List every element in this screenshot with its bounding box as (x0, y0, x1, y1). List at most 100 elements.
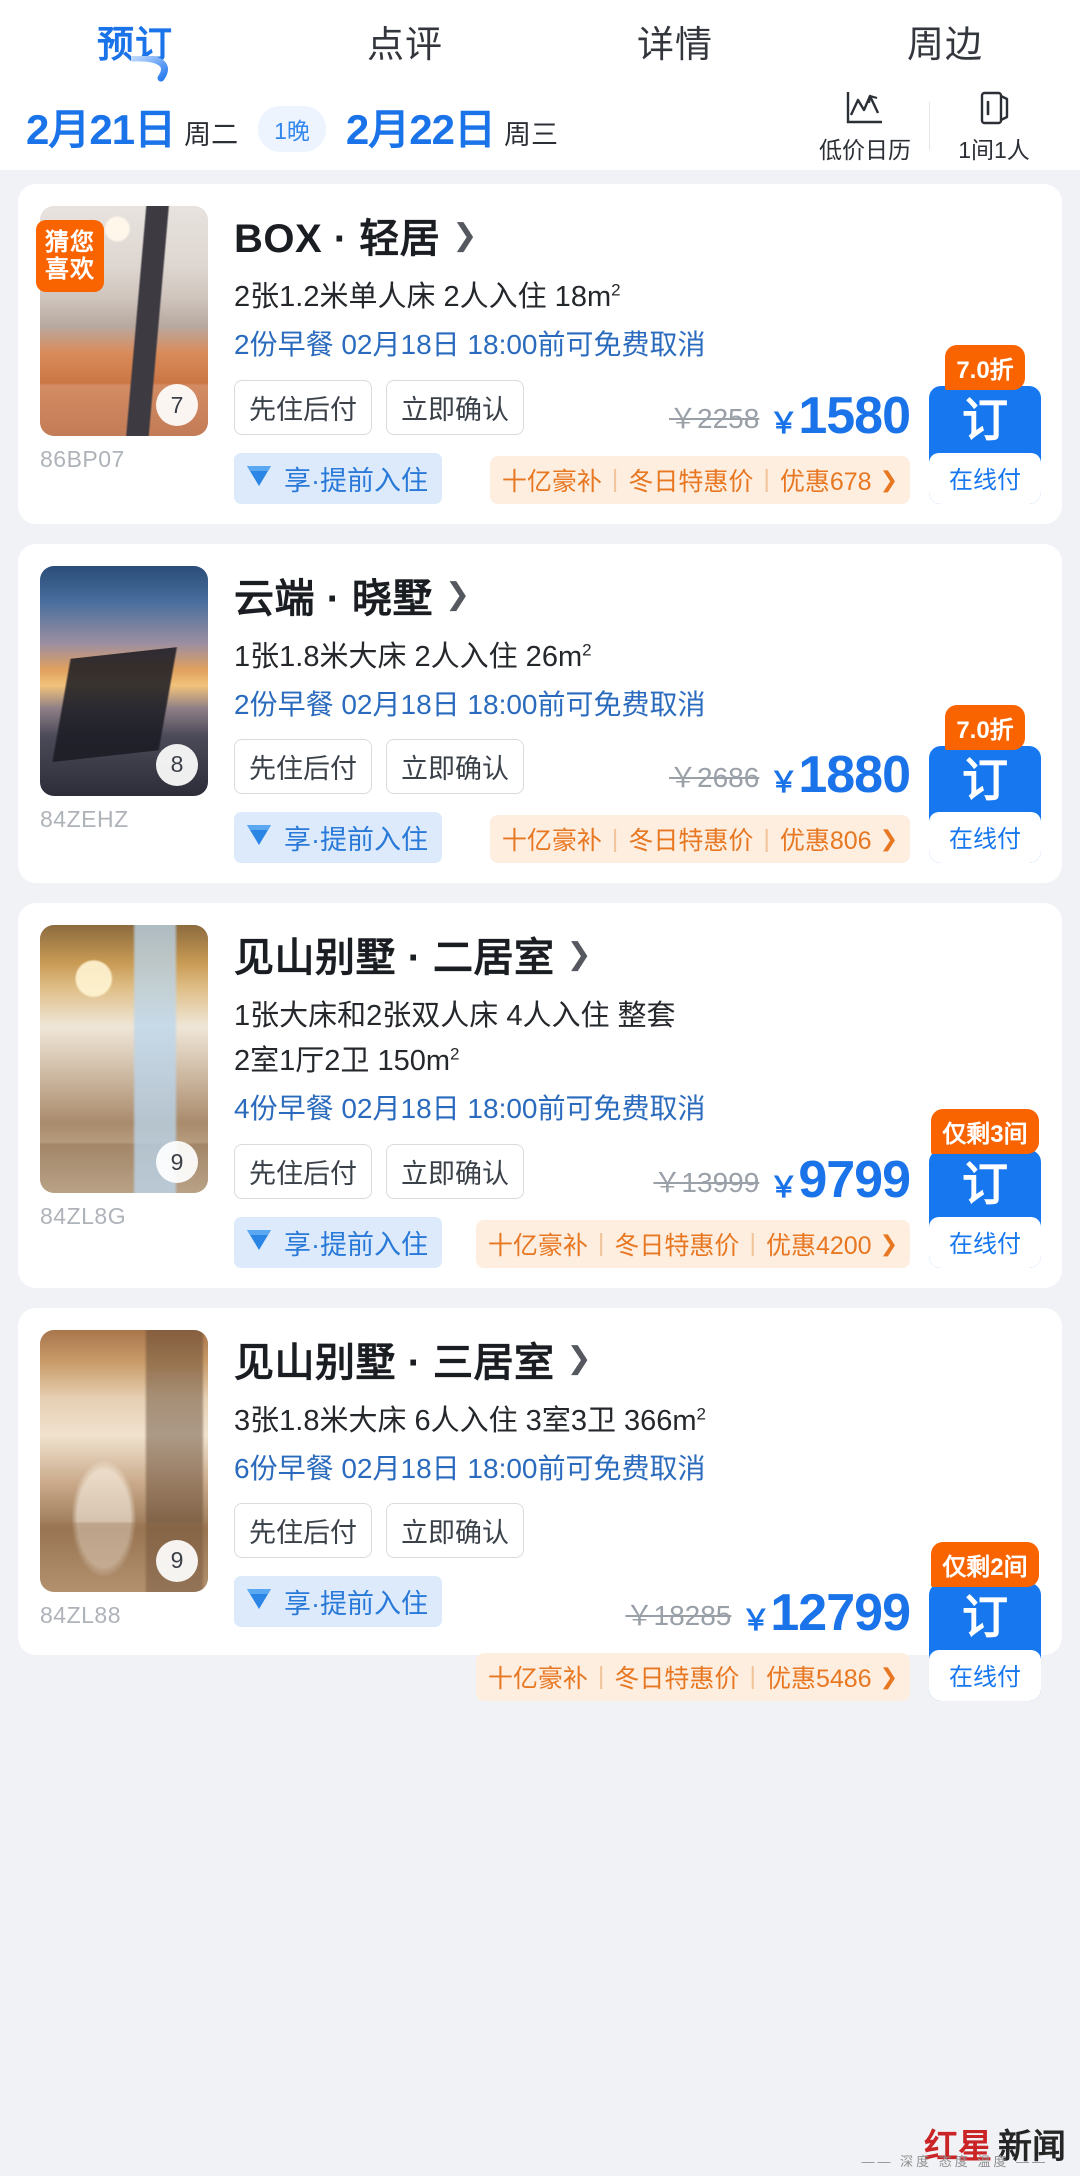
promo-bar[interactable]: 十亿豪补 | 冬日特惠价 | 优惠806 ❯ (489, 815, 910, 864)
date-range-selector[interactable]: 2月21日 周二 1晚 2月22日 周三 (26, 96, 805, 157)
room-card[interactable]: 9 84ZL88 见山别墅 · 三居室 ❯ 3张1.8米大床 6人入住 3室3卫… (18, 1307, 1062, 1701)
book-column: 7.0折 订 在线付 (926, 206, 1044, 504)
nights-count: 1晚 (258, 105, 326, 152)
tab-booking[interactable]: 预订 (0, 14, 270, 82)
online-pay-label: 在线付 (929, 1216, 1041, 1268)
room-chip: 先住后付 (234, 739, 372, 795)
price-row: ￥2686 ￥1880 (669, 745, 911, 805)
promo-tag: 优惠5486 (765, 1664, 872, 1693)
price-row: ￥13999 ￥9799 (653, 1150, 911, 1210)
promo-tag: 冬日特惠价 (628, 467, 754, 496)
original-price: ￥2686 (669, 762, 760, 794)
book-button[interactable]: 订 在线付 (929, 1583, 1041, 1701)
room-title-row[interactable]: BOX · 轻居 ❯ (234, 206, 910, 264)
original-price: ￥2258 (669, 402, 760, 434)
room-specs-secondary-text: 2室1厅2卫 150m (234, 1045, 450, 1078)
price-zone: ￥2686 ￥1880 十亿豪补 | 冬日特惠价 | 优惠806 ❯ (489, 745, 911, 864)
room-card[interactable]: 9 84ZL8G 见山别墅 · 二居室 ❯ 1张大床和2张双人床 4人入住 整套… (18, 903, 1062, 1288)
tab-details[interactable]: 详情 (540, 14, 810, 68)
room-title-row[interactable]: 见山别墅 · 二居室 ❯ (234, 925, 910, 983)
chevron-right-icon: ❯ (879, 1663, 898, 1689)
low-price-calendar-icon (844, 88, 886, 128)
room-title: 见山别墅 · 三居室 (234, 1340, 555, 1385)
room-info: BOX · 轻居 ❯ 2张1.2米单人床 2人入住 18m2 2份早餐 02月1… (208, 206, 911, 504)
original-price: ￥18285 (625, 1599, 732, 1631)
room-chip-row: 先住后付 立即确认 (234, 1503, 910, 1559)
chevron-right-icon: ❯ (445, 578, 471, 612)
promo-separator: | (749, 1229, 756, 1258)
room-code: 84ZL8G (40, 1203, 127, 1230)
room-specs-sup: 2 (696, 1404, 707, 1424)
room-chip: 先住后付 (234, 1143, 372, 1199)
promo-tag: 十亿豪补 (501, 827, 602, 856)
promo-bar[interactable]: 十亿豪补 | 冬日特惠价 | 优惠5486 ❯ (475, 1652, 910, 1701)
discount-badge: 仅剩3间 (931, 1109, 1039, 1155)
book-button[interactable]: 订 在线付 (929, 386, 1041, 504)
room-title-row[interactable]: 云端 · 晓墅 ❯ (234, 566, 910, 624)
tab-reviews[interactable]: 点评 (270, 14, 540, 68)
diamond-icon (244, 822, 274, 853)
room-card[interactable]: 8 84ZEHZ 云端 · 晓墅 ❯ 1张1.8米大床 2人入住 26m2 2份… (18, 543, 1062, 884)
promo-bar[interactable]: 十亿豪补 | 冬日特惠价 | 优惠678 ❯ (489, 455, 910, 504)
checkin-date: 2月21日 (26, 105, 176, 153)
date-bar-tools: 低价日历 1间1人 (805, 88, 1054, 165)
current-price: ￥1880 (769, 745, 911, 805)
promo-separator: | (763, 465, 770, 494)
promo-separator: | (749, 1662, 756, 1691)
book-button[interactable]: 订 在线付 (929, 745, 1041, 864)
watermark-slogan: —— 深度 态度 温度 —— (861, 2154, 1048, 2169)
low-price-calendar-label: 低价日历 (819, 136, 911, 163)
room-policy: 2份早餐 02月18日 18:00前可免费取消 (234, 688, 706, 720)
room-card[interactable]: 猜您 喜欢 7 86BP07 BOX · 轻居 ❯ 2张1.2米单人床 2人入住… (18, 184, 1062, 524)
book-button-label: 订 (962, 1591, 1008, 1644)
photo-count-badge: 9 (156, 1141, 198, 1184)
room-title-row[interactable]: 见山别墅 · 三居室 ❯ (234, 1330, 910, 1388)
price-zone: ￥13999 ￥9799 十亿豪补 | 冬日特惠价 | 优惠4200 ❯ (475, 1150, 911, 1268)
room-photo[interactable]: 8 (40, 565, 208, 796)
low-price-calendar-button[interactable]: 低价日历 (805, 88, 925, 165)
perk-badge: 享·提前入住 (234, 1576, 442, 1628)
book-button-label: 订 (962, 1158, 1008, 1211)
room-chip: 立即确认 (386, 1503, 524, 1559)
room-title: BOX · 轻居 (234, 217, 441, 261)
photo-count-badge: 8 (156, 743, 198, 786)
recommend-badge: 猜您 喜欢 (36, 220, 104, 293)
room-chip: 先住后付 (234, 379, 372, 435)
perk-badge: 享·提前入住 (234, 812, 442, 864)
perk-badge: 享·提前入住 (234, 1216, 442, 1268)
promo-bar[interactable]: 十亿豪补 | 冬日特惠价 | 优惠4200 ❯ (475, 1219, 910, 1268)
room-specs-secondary: 2室1厅2卫 150m2 (234, 1042, 910, 1081)
diamond-icon (244, 1227, 274, 1258)
promo-tag: 冬日特惠价 (628, 827, 754, 856)
room-specs-text: 3张1.8米大床 6人入住 3室3卫 366m (234, 1404, 697, 1437)
room-specs: 2张1.2米单人床 2人入住 18m2 (234, 278, 910, 317)
room-guest-icon (974, 88, 1014, 128)
chevron-right-icon: ❯ (452, 218, 478, 252)
recommend-badge-line1: 猜您 (45, 229, 95, 256)
chevron-right-icon: ❯ (566, 937, 593, 971)
perk-badge: 享·提前入住 (234, 452, 442, 504)
recommend-badge-line2: 喜欢 (45, 256, 95, 284)
room-specs: 3张1.8米大床 6人入住 3室3卫 366m2 (234, 1402, 910, 1441)
checkin-weekday: 周二 (184, 119, 239, 150)
current-price: ￥9799 (769, 1150, 911, 1210)
discount-badge: 7.0折 (945, 345, 1025, 391)
room-title: 云端 · 晓墅 (234, 576, 434, 621)
price-row: ￥18285 ￥12799 (626, 1583, 911, 1643)
room-photo[interactable]: 9 (40, 925, 208, 1194)
online-pay-label: 在线付 (929, 452, 1041, 504)
room-guest-selector-button[interactable]: 1间1人 (934, 88, 1054, 165)
price-amount: 1880 (798, 746, 911, 805)
book-button[interactable]: 订 在线付 (929, 1150, 1041, 1268)
promo-tag: 优惠4200 (765, 1231, 872, 1260)
current-price: ￥1580 (769, 386, 911, 446)
room-photo[interactable]: 9 (40, 1329, 208, 1592)
room-specs: 1张1.8米大床 2人入住 26m2 (234, 638, 910, 677)
book-column: 7.0折 订 在线付 (926, 566, 1044, 864)
promo-tag: 冬日特惠价 (614, 1231, 740, 1260)
room-specs-secondary-sup: 2 (450, 1044, 460, 1064)
tab-nearby[interactable]: 周边 (810, 14, 1080, 68)
watermark: 红星 新闻 —— 深度 态度 温度 —— (862, 2119, 1066, 2169)
currency-symbol: ￥ (769, 1171, 799, 1204)
room-thumbnail-wrap: 9 84ZL88 (40, 1329, 208, 1629)
